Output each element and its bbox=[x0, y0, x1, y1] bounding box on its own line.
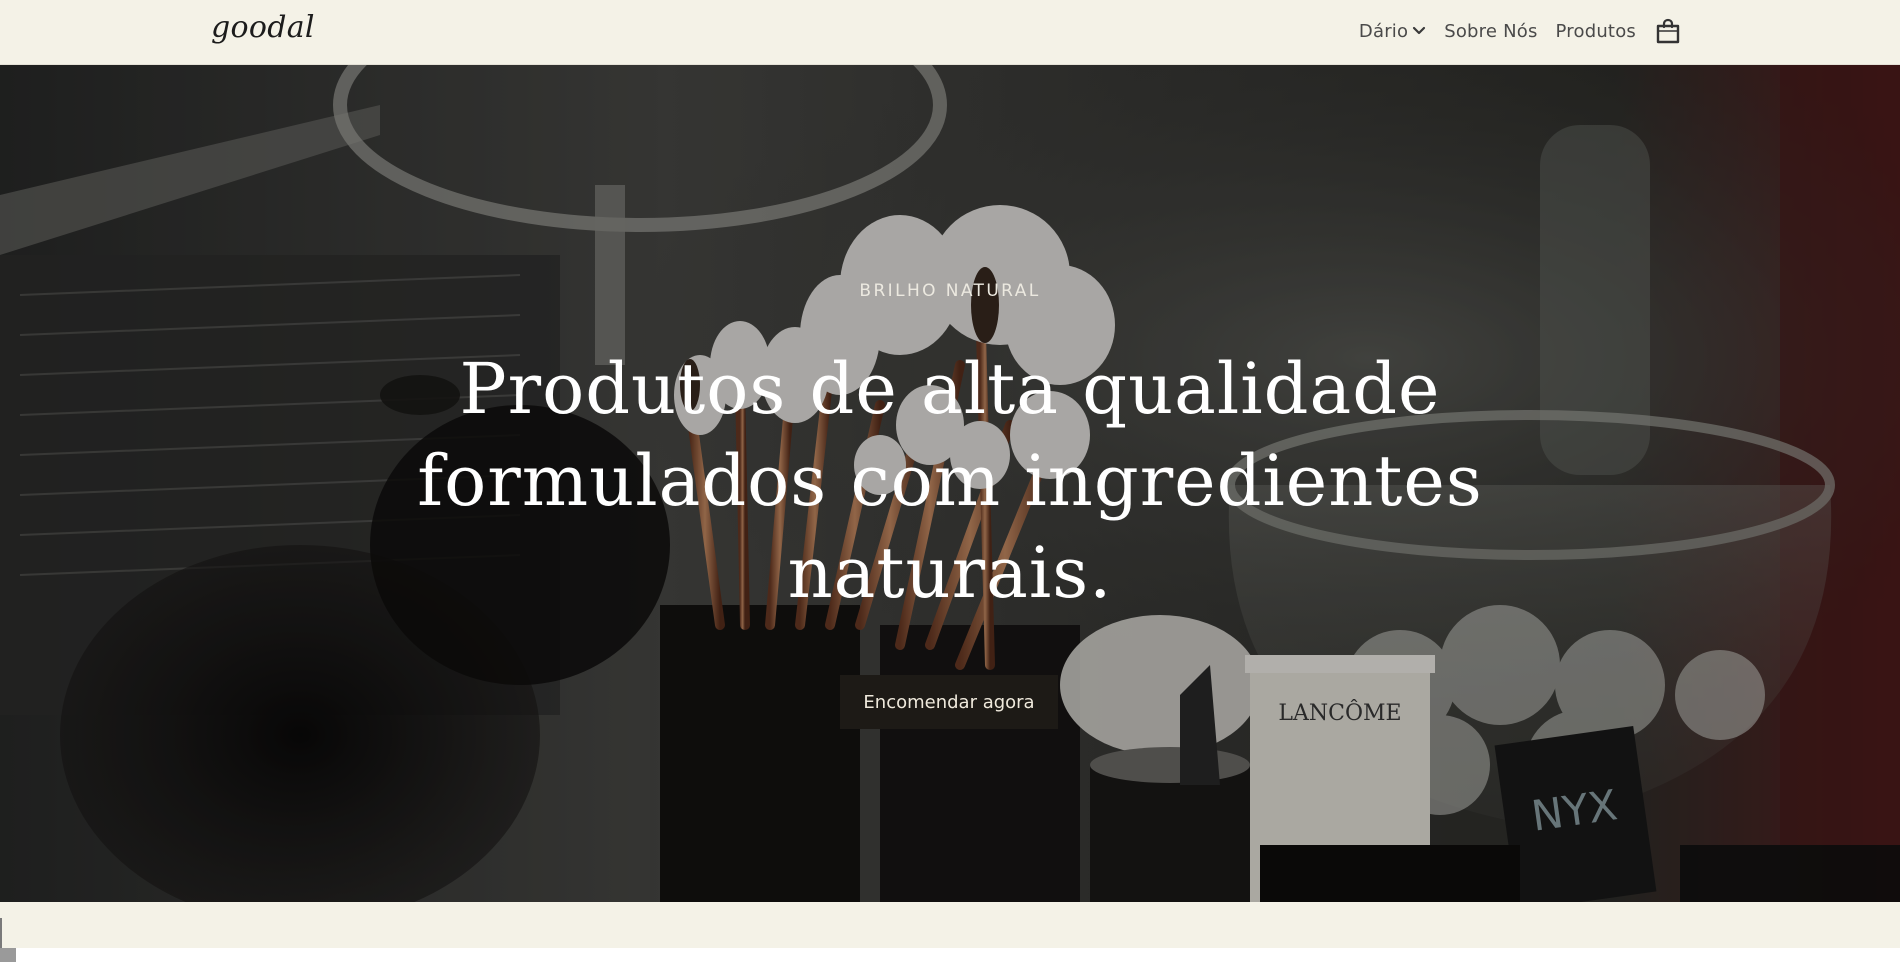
nav-item-diario-label: Dário bbox=[1358, 20, 1409, 42]
hero-headline-line-3: naturais. bbox=[787, 532, 1113, 614]
logo[interactable]: goodal bbox=[211, 10, 315, 45]
order-now-button[interactable]: Encomendar agora bbox=[840, 675, 1058, 729]
nav-item-diario[interactable]: Dário bbox=[1359, 21, 1426, 42]
left-edge-mark bbox=[0, 918, 2, 948]
hero-section: LANCÔME NYX BRILHO NATURAL Produtos de a… bbox=[0, 65, 1900, 902]
nav-item-produtos[interactable]: Produtos bbox=[1556, 21, 1636, 42]
scroll-indicator bbox=[0, 948, 16, 962]
nav-item-sobre-nos[interactable]: Sobre Nós bbox=[1444, 21, 1537, 42]
hero-headline-line-2: formulados com ingredientes bbox=[417, 440, 1483, 522]
bottom-band bbox=[0, 902, 1900, 948]
shopping-bag-icon[interactable] bbox=[1656, 18, 1680, 44]
chevron-down-icon bbox=[1412, 26, 1426, 36]
main-nav: Dário Sobre Nós Produtos bbox=[1359, 0, 1680, 62]
page: goodal Dário Sobre Nós Produtos LANCÔME … bbox=[0, 0, 1900, 962]
hero-headline: Produtos de alta qualidade formulados co… bbox=[350, 343, 1550, 619]
hero-eyebrow: BRILHO NATURAL bbox=[859, 281, 1041, 301]
hero-headline-line-1: Produtos de alta qualidade bbox=[459, 348, 1441, 430]
site-header: goodal Dário Sobre Nós Produtos bbox=[0, 0, 1900, 65]
